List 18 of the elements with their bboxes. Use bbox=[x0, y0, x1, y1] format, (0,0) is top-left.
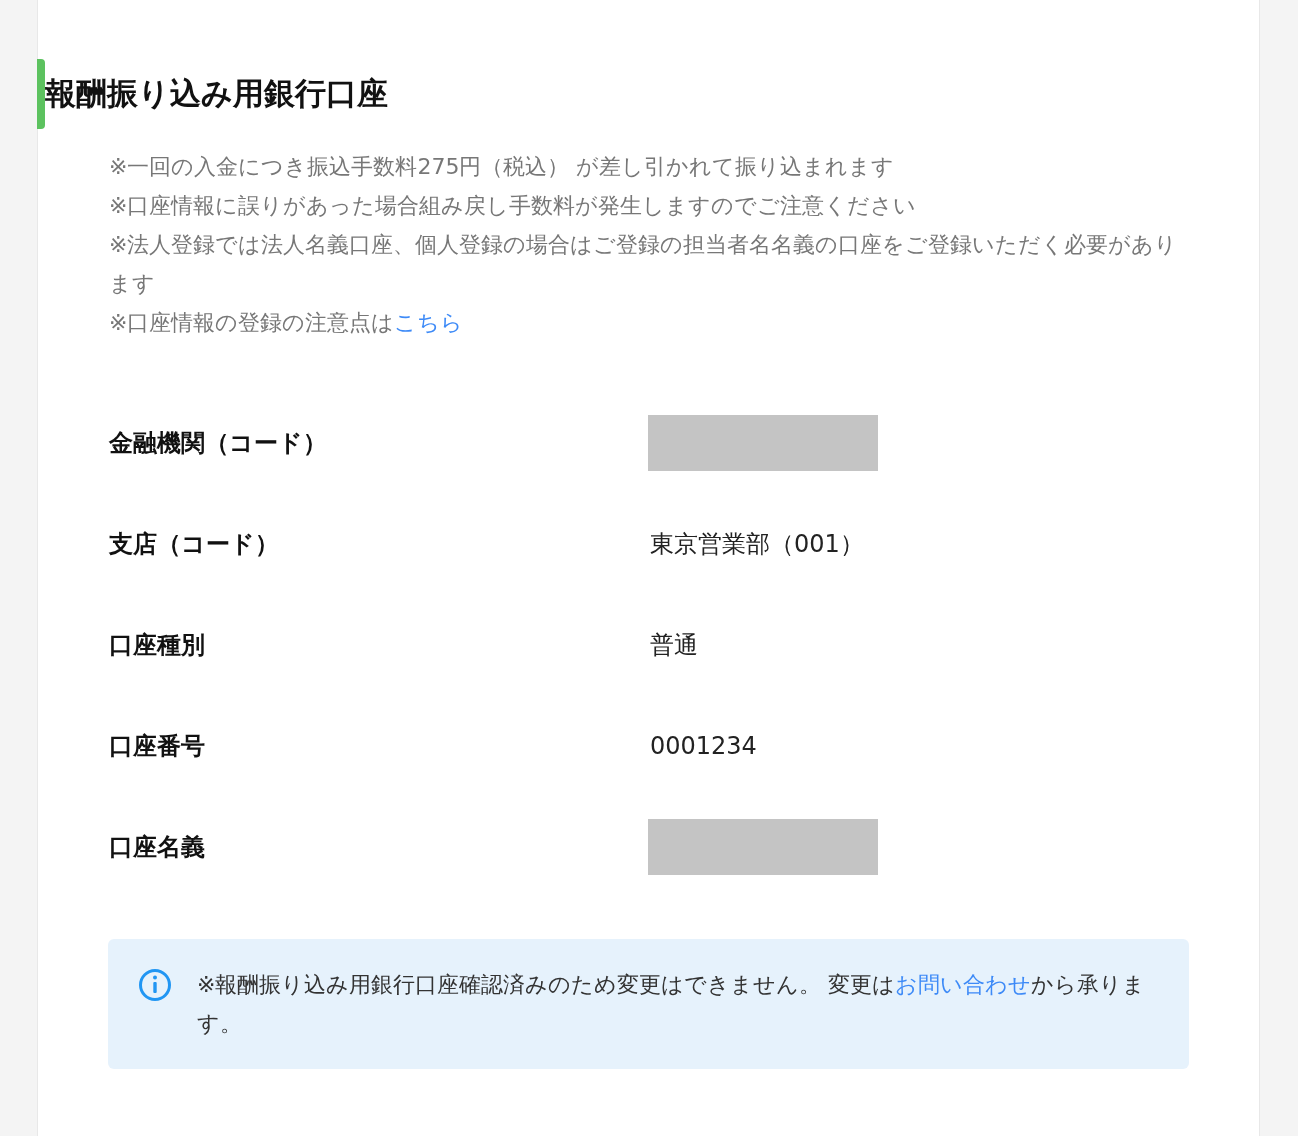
field-label: 口座名義 bbox=[109, 831, 206, 863]
contact-link[interactable]: お問い合わせ bbox=[895, 972, 1032, 997]
field-label: 支店（コード） bbox=[109, 528, 280, 560]
note-text: ※一回の入金につき振込手数料275円（税込） が差し引かれて振り込まれます bbox=[109, 153, 896, 181]
field-value: 0001234 bbox=[650, 730, 757, 762]
section-title: 報酬振り込み用銀行口座 bbox=[45, 75, 388, 113]
field-label: 口座番号 bbox=[109, 730, 206, 762]
field-value: 普通 bbox=[650, 629, 698, 661]
note-text: ※法人登録では法人名義口座、個人登録の場合はご登録の担当者名名義の口座をご登録いただく必要があります bbox=[109, 231, 1179, 298]
info-message: ※報酬振り込み用銀行口座確認済みのため変更はできません。 変更はお問い合わせから承ります。 bbox=[197, 971, 1147, 1038]
field-label: 口座種別 bbox=[109, 629, 206, 661]
note-text: ※口座情報の登録の注意点は こちら bbox=[109, 309, 465, 337]
info-icon bbox=[138, 968, 172, 1002]
note-text: ※口座情報に誤りがあった場合組み戻し手数料が発生しますのでご注意ください bbox=[109, 192, 918, 220]
field-value: 東京営業部（001） bbox=[650, 528, 864, 560]
accent-bar bbox=[37, 59, 45, 129]
note-link[interactable]: こちら bbox=[394, 310, 464, 335]
field-label: 金融機関（コード） bbox=[109, 427, 328, 459]
